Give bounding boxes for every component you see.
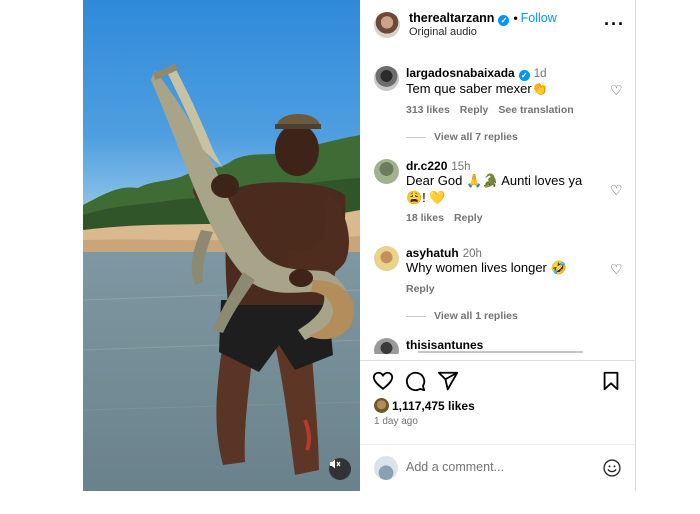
post-video[interactable]: [83, 0, 360, 491]
more-options-icon[interactable]: ···: [604, 14, 625, 35]
post-side-panel: therealtarzann ✓ • Follow Original audio ··…: [360, 0, 635, 491]
post-actions-bar: [360, 368, 635, 396]
commenter-avatar[interactable]: [374, 246, 399, 271]
comment-text: Why women lives longer 🤣: [406, 260, 567, 275]
heart-icon[interactable]: [372, 370, 394, 392]
bookmark-icon[interactable]: [600, 370, 622, 392]
current-user-avatar[interactable]: [374, 456, 398, 480]
add-comment-bar: [360, 444, 635, 492]
author-avatar[interactable]: [374, 12, 400, 38]
comment-likes[interactable]: 18 likes: [406, 212, 444, 224]
replies-divider-line: [406, 315, 426, 317]
verified-badge-icon: ✓: [498, 15, 510, 26]
heart-icon[interactable]: ♡: [610, 82, 623, 99]
view-replies-label: View all 1 replies: [434, 310, 518, 322]
commenter-avatar[interactable]: [374, 159, 399, 184]
post-timestamp[interactable]: 1 day ago: [374, 416, 418, 427]
comment-username[interactable]: largadosnabaixada: [406, 66, 515, 80]
view-replies-button[interactable]: View all 1 replies: [406, 310, 518, 322]
comment-username-line: dr.c220 15h: [406, 159, 471, 173]
comment-meta: 18 likes Reply: [406, 212, 493, 224]
post-header: therealtarzann ✓ • Follow Original audio ··…: [360, 0, 635, 50]
comment-likes[interactable]: 313 likes: [406, 104, 450, 116]
comment-username[interactable]: thisisantunes: [406, 338, 483, 352]
comments-list[interactable]: largadosnabaixada ✓ 1d Tem que saber mexer…: [360, 50, 635, 359]
view-replies-button[interactable]: View all 7 replies: [406, 131, 518, 143]
likes-count[interactable]: 1,117,475 likes: [392, 399, 475, 413]
comment-username[interactable]: asyhatuh: [406, 246, 459, 260]
heart-icon[interactable]: ♡: [610, 261, 623, 278]
commenter-avatar[interactable]: [374, 66, 399, 91]
replies-divider-line: [406, 136, 426, 138]
reply-button[interactable]: Reply: [460, 104, 489, 116]
original-audio-link[interactable]: Original audio: [409, 26, 477, 38]
muted-speaker-icon: [330, 459, 341, 469]
video-frame-illustration: [83, 63, 360, 491]
comment-username-line: asyhatuh 20h: [406, 246, 482, 260]
comment-username-line: largadosnabaixada ✓ 1d: [406, 66, 547, 81]
author-line: therealtarzann ✓ • Follow: [409, 11, 557, 26]
reply-button[interactable]: Reply: [406, 283, 435, 295]
see-translation-button[interactable]: See translation: [498, 104, 573, 116]
mute-button[interactable]: [329, 458, 351, 480]
comment-meta: 313 likes Reply See translation: [406, 104, 584, 116]
liker-avatar: [374, 398, 389, 413]
comment-meta: Reply: [406, 283, 445, 295]
emoji-icon[interactable]: [602, 458, 622, 478]
comment-username-line: thisisantunes: [406, 338, 483, 352]
comments-scrollbar[interactable]: [418, 351, 583, 353]
comment-time[interactable]: 1d: [534, 68, 547, 80]
comment-text: Dear God 🙏🐊 Aunti loves ya 😩! 💛: [406, 173, 583, 205]
comment-text: Tem que saber mexer👏: [406, 81, 548, 96]
follow-button[interactable]: Follow: [521, 11, 557, 25]
reply-button[interactable]: Reply: [454, 212, 483, 224]
post-dialog: therealtarzann ✓ • Follow Original audio ··…: [83, 0, 636, 491]
share-icon[interactable]: [437, 370, 459, 392]
comments-bottom-border: [360, 351, 635, 361]
separator-dot: •: [513, 11, 518, 25]
author-username[interactable]: therealtarzann: [409, 11, 494, 25]
view-replies-label: View all 7 replies: [434, 131, 518, 143]
comment-username[interactable]: dr.c220: [406, 159, 447, 173]
heart-icon[interactable]: ♡: [610, 182, 623, 199]
comment-icon[interactable]: [404, 370, 426, 392]
add-comment-input[interactable]: [406, 457, 586, 477]
